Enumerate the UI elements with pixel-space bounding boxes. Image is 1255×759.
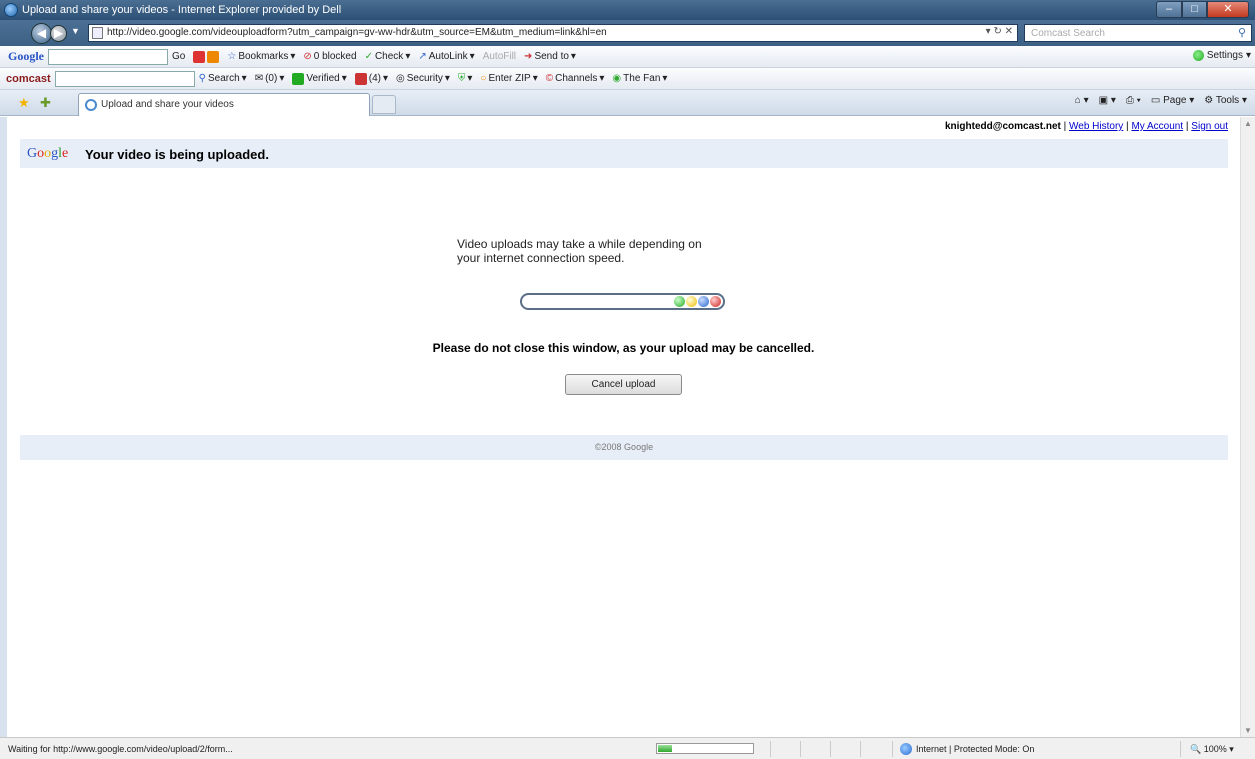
page-icon <box>92 27 103 39</box>
search-icon[interactable]: ⚲ <box>1238 26 1246 39</box>
enterzip-button[interactable]: ○ Enter ZIP ▾ <box>480 73 537 84</box>
sign-out-link[interactable]: Sign out <box>1191 121 1228 132</box>
google-toolbar: Google Go ☆ Bookmarks ▾ ⊘ 0 blocked ✓ Check… <box>0 46 1255 68</box>
page-load-progress-fill <box>658 745 673 752</box>
web-history-link[interactable]: Web History <box>1069 121 1123 132</box>
status-bar: Waiting for http://www.google.com/video/… <box>0 737 1255 759</box>
message-line-2: your internet connection speed. <box>457 251 625 265</box>
security-zone[interactable]: Internet | Protected Mode: On <box>916 744 1034 754</box>
vertical-scrollbar[interactable]: ▲ ▼ <box>1240 117 1255 737</box>
page-load-progress <box>656 743 754 754</box>
account-links: knightedd@comcast.net | Web History | My… <box>944 121 1228 132</box>
loading-icon <box>85 99 97 111</box>
popup-blocker-button[interactable]: ⊘ 0 blocked <box>303 51 356 62</box>
tab-label: Upload and share your videos <box>101 99 234 110</box>
account-email: knightedd@comcast.net <box>944 121 1061 132</box>
feeds-icon[interactable]: ▣ ▾ <box>1099 95 1116 106</box>
page-menu[interactable]: ▭ Page ▾ <box>1151 95 1194 106</box>
google-go-button[interactable]: Go <box>172 51 185 62</box>
address-bar[interactable]: http://video.google.com/videouploadform?… <box>88 24 1018 42</box>
ie-logo-icon <box>4 3 18 17</box>
google-logo[interactable]: Google <box>27 146 68 162</box>
header-bar: Google Your video is being uploaded. <box>20 139 1228 168</box>
minimize-button[interactable]: – <box>1156 1 1182 18</box>
verified-button[interactable]: Verified ▾ <box>292 72 347 85</box>
maximize-button[interactable]: □ <box>1182 1 1207 18</box>
spellcheck-button[interactable]: ✓ Check ▾ <box>365 51 411 62</box>
my-account-link[interactable]: My Account <box>1131 121 1183 132</box>
bookmarks-button[interactable]: ☆ Bookmarks ▾ <box>227 51 295 62</box>
address-row: ◀ ▶ ▼ http://video.google.com/videouploa… <box>0 20 1255 46</box>
internet-zone-icon <box>900 743 912 755</box>
page-title: Your video is being uploaded. <box>85 147 269 162</box>
window-controls: – □ ✕ <box>1156 1 1249 18</box>
scroll-down-icon[interactable]: ▼ <box>1244 726 1252 735</box>
autofill-button[interactable]: AutoFill <box>483 51 516 62</box>
close-button[interactable]: ✕ <box>1207 1 1249 18</box>
sendto-button[interactable]: ➜ Send to ▾ <box>524 51 576 62</box>
home-icon[interactable]: ⌂ ▾ <box>1075 95 1089 106</box>
security-button[interactable]: ◎ Security ▾ <box>396 73 450 84</box>
warning-text: Please do not close this window, as your… <box>432 341 815 355</box>
upload-message: Video uploads may take a while depending… <box>457 237 787 265</box>
comcast-toolbar: comcast ⚲ Search ▾ ✉ (0) ▾ Verified ▾ (4) … <box>0 68 1255 90</box>
pagerank-icon[interactable] <box>193 50 220 63</box>
comcast-logo[interactable]: comcast <box>6 73 51 85</box>
scroll-up-icon[interactable]: ▲ <box>1244 119 1252 128</box>
tab-row: ★ ✚ Upload and share your videos ⌂ ▾ ▣ ▾… <box>0 90 1255 116</box>
back-button[interactable]: ◀ <box>31 23 52 44</box>
title-bar: Upload and share your videos - Internet … <box>0 0 1255 20</box>
comcast-search-input[interactable] <box>54 70 195 87</box>
print-icon[interactable]: ⎙ ▾ <box>1126 95 1141 106</box>
cancel-upload-button[interactable]: Cancel upload <box>565 374 682 395</box>
new-tab-button[interactable] <box>372 95 396 114</box>
google-search-input[interactable] <box>48 48 168 65</box>
zoom-level[interactable]: 🔍 100% ▾ <box>1190 744 1234 755</box>
search-box[interactable]: Comcast Search ⚲ <box>1024 24 1252 42</box>
history-dropdown-icon[interactable]: ▼ <box>71 26 80 36</box>
status-text: Waiting for http://www.google.com/video/… <box>8 744 233 754</box>
shield-icon[interactable]: ⛨ ▾ <box>458 73 473 84</box>
favorites-star-icon[interactable]: ★ <box>18 95 30 111</box>
thefan-button[interactable]: ◉ The Fan ▾ <box>612 73 667 84</box>
add-favorite-icon[interactable]: ✚ <box>40 95 51 111</box>
refresh-stop-icons[interactable]: ▾ ↻ ✕ <box>986 26 1013 37</box>
search-placeholder: Comcast Search <box>1031 28 1105 39</box>
google-settings-button[interactable]: Settings ▾ <box>1192 50 1251 61</box>
upload-progress-bar <box>520 293 725 310</box>
url-text[interactable]: http://video.google.com/videouploadform?… <box>107 27 607 38</box>
tab-active[interactable]: Upload and share your videos <box>78 93 370 116</box>
command-bar: ⌂ ▾ ▣ ▾ ⎙ ▾ ▭ Page ▾ ⚙ Tools ▾ <box>1075 95 1247 106</box>
progress-indicator-balls <box>674 296 721 307</box>
google-toolbar-logo: Google <box>8 49 44 63</box>
window-title: Upload and share your videos - Internet … <box>22 4 342 16</box>
autolink-button[interactable]: ↗ AutoLink ▾ <box>418 51 474 62</box>
mail-button[interactable]: ✉ (0) ▾ <box>255 73 285 84</box>
footer: ©2008 Google <box>20 435 1228 460</box>
tools-menu[interactable]: ⚙ Tools ▾ <box>1204 95 1247 106</box>
count-button[interactable]: (4) ▾ <box>354 72 388 85</box>
page-content: knightedd@comcast.net | Web History | My… <box>0 117 1240 737</box>
comcast-search-button[interactable]: ⚲ Search ▾ <box>199 73 247 84</box>
forward-button[interactable]: ▶ <box>50 25 67 42</box>
channels-button[interactable]: © Channels ▾ <box>546 73 605 84</box>
settings-icon <box>1192 50 1204 61</box>
message-line-1: Video uploads may take a while depending… <box>457 237 702 251</box>
